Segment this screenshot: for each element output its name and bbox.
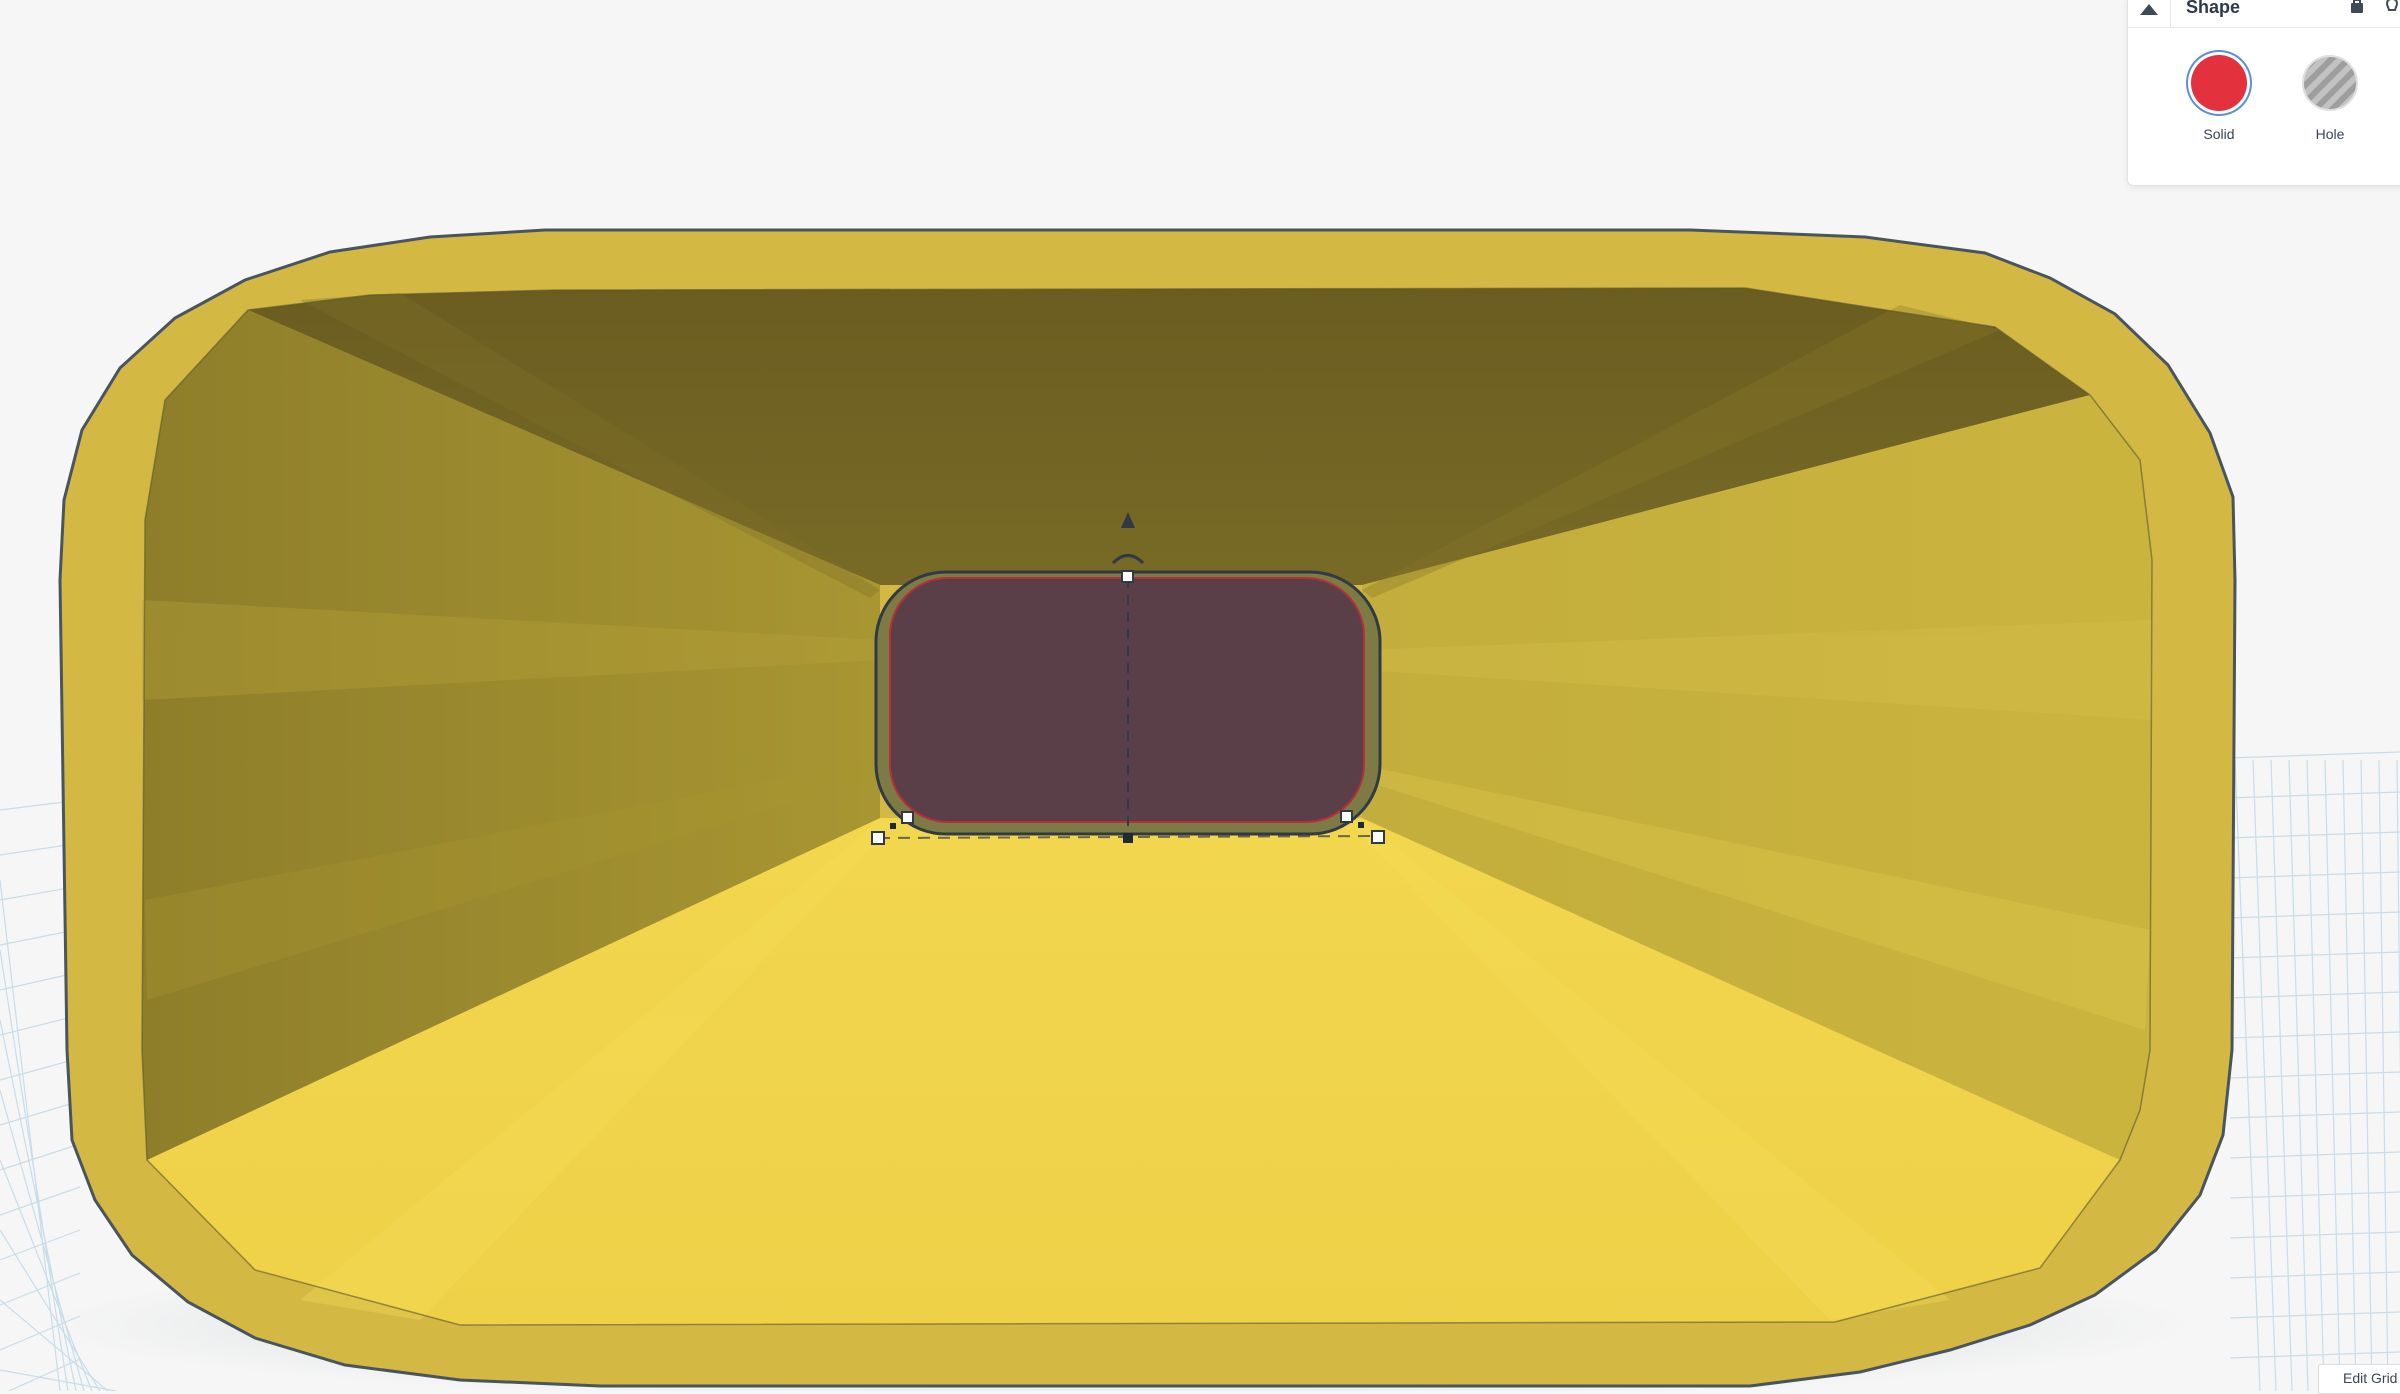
corner-handle-br[interactable] (1371, 830, 1385, 844)
shape-inspector-panel: Shape Solid Hole (2127, 0, 2400, 186)
panel-header: Shape (2128, 0, 2400, 28)
collapse-icon (2140, 3, 2158, 15)
corner-handle-inner-l[interactable] (901, 811, 914, 824)
top-handle[interactable] (1121, 570, 1134, 583)
3d-viewport[interactable]: Shape Solid Hole Edit Grid (0, 0, 2400, 1394)
corner-handle-inner-r[interactable] (1340, 810, 1353, 823)
panel-title: Shape (2186, 0, 2241, 17)
edit-grid-button[interactable]: Edit Grid (2318, 1364, 2400, 1394)
solid-label: Solid (2203, 126, 2235, 142)
solid-color-button[interactable] (2191, 55, 2247, 111)
3d-scene[interactable] (0, 0, 2400, 1391)
collapse-button[interactable] (2128, 0, 2171, 27)
hole-label: Hole (2315, 126, 2345, 142)
corner-handle-bl[interactable] (871, 831, 885, 845)
bottom-center-handle[interactable] (1123, 833, 1133, 843)
lock-icon[interactable] (2348, 0, 2366, 15)
lightbulb-icon[interactable] (2383, 0, 2400, 15)
hole-button[interactable] (2302, 55, 2358, 111)
